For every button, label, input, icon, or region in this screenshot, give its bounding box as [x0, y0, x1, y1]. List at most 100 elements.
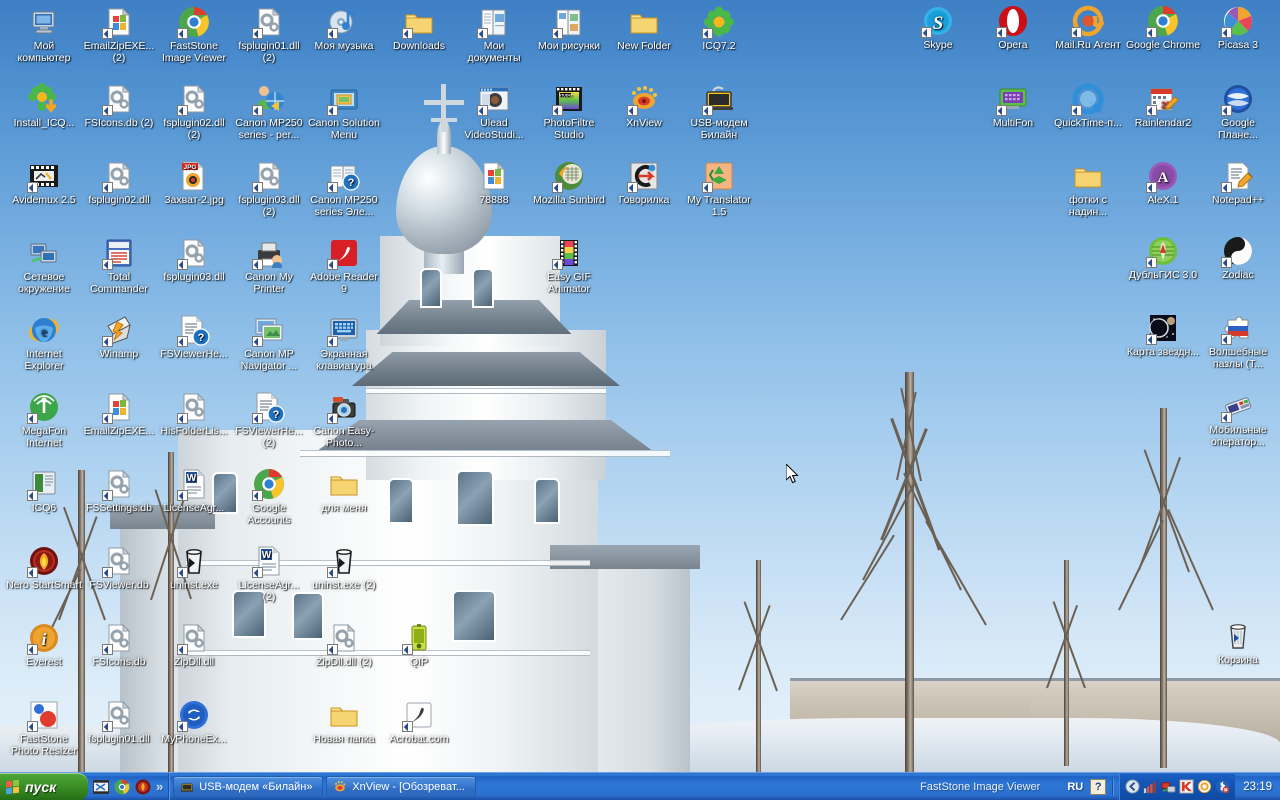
gear-page-icon[interactable] [102, 545, 135, 578]
icq-icon[interactable] [702, 6, 735, 39]
desktop-icon[interactable]: QuickTime-п... [1050, 83, 1126, 130]
desktop-icon[interactable]: Canon Easy-Photo... [306, 391, 382, 449]
desktop-icon[interactable]: STUDIO PhotoFiltre Studio [531, 83, 607, 141]
desktop-icon[interactable]: uninst.exe (2) [306, 545, 382, 592]
desktop[interactable]: Мой компьютер EmailZipEXE...(2) FastStone … [0, 0, 1280, 800]
bluetooth-icon[interactable] [1215, 779, 1230, 794]
gear-page-icon[interactable] [252, 160, 285, 193]
desktop-icon[interactable]: Мобильные оператор... [1200, 390, 1276, 448]
quicklaunch-overflow-chevron[interactable]: » [156, 779, 163, 794]
desktop-icon[interactable]: 78888 [456, 160, 532, 207]
folder-icon[interactable] [402, 6, 435, 39]
icq-dl-icon[interactable] [28, 83, 60, 115]
desktop-icon[interactable]: Total Commander [81, 237, 157, 295]
desktop-icon[interactable]: fsplugin02.dll [81, 160, 157, 207]
pics-icon[interactable] [552, 6, 585, 39]
canon-sol-icon[interactable] [327, 83, 360, 116]
word-icon[interactable]: W [177, 468, 210, 501]
desktop-icon[interactable]: Avidemux 2.5 [6, 160, 82, 207]
desktop-icon[interactable]: Сетевое окружение [6, 237, 82, 295]
bin-icon[interactable] [327, 545, 360, 578]
alex-icon[interactable]: A [1146, 160, 1179, 193]
google-chrome-icon[interactable] [114, 779, 130, 795]
rainlendar-icon[interactable]: 25 [1146, 83, 1179, 116]
taskbar-task-button[interactable]: XnView - [Обозреват... [326, 775, 477, 798]
desktop-icon[interactable]: Экранная клавиатура [306, 314, 382, 372]
desktop-icon[interactable]: HisFolderLis... [156, 391, 232, 438]
puzzle-icon[interactable] [1221, 312, 1254, 345]
desktop-icon[interactable]: EmailZipEXE... [81, 391, 157, 438]
desktop-icon[interactable]: Adobe Reader 9 [306, 237, 382, 295]
desktop-icon[interactable]: 25 Rainlendar2 [1125, 83, 1201, 130]
skype-icon[interactable]: S [921, 5, 954, 38]
zodiac-icon[interactable] [1221, 235, 1254, 268]
desktop-icon[interactable]: XnView [606, 83, 682, 130]
mpnav-icon[interactable] [252, 314, 285, 347]
desktop-icon[interactable]: фотки с надин... [1050, 160, 1126, 218]
desktop-icon[interactable]: fsplugin03.dll (2) [231, 160, 307, 218]
desktop-icon[interactable]: Notepad++ [1200, 160, 1276, 207]
gear-page-icon[interactable] [177, 622, 210, 655]
kaspersky-icon[interactable] [1179, 779, 1194, 794]
desktop-icon[interactable]: Google Accounts [231, 468, 307, 526]
desktop-icon[interactable]: My Translator 1.5 [681, 160, 757, 218]
desktop-icon[interactable]: ICQ7.2 [681, 6, 757, 53]
quicktime-icon[interactable] [1071, 83, 1104, 116]
desktop-icon[interactable]: Opera [975, 5, 1051, 52]
desktop-icon[interactable]: Install_ICQ... [6, 83, 82, 130]
gear-page-icon[interactable] [327, 622, 360, 655]
desktop-icon[interactable]: fsplugin01.dll (2) [231, 6, 307, 64]
desktop-icon[interactable]: fsplugin03.dll [156, 237, 232, 284]
gear-page-icon[interactable] [102, 468, 135, 501]
help-book-icon[interactable]: ? [327, 160, 360, 193]
desktop-icon[interactable]: ? Canon MP250 series Эле... [306, 160, 382, 218]
fsresizer-icon[interactable] [27, 699, 60, 732]
everest-icon[interactable]: i [27, 622, 60, 655]
desktop-icon[interactable]: A AleX.1 [1125, 160, 1201, 207]
desktop-icon[interactable]: FSIcons.db [81, 622, 157, 669]
qip-icon[interactable] [402, 622, 435, 655]
tray-icon-list[interactable] [1119, 773, 1236, 800]
acrobat-icon[interactable] [327, 237, 360, 270]
desktop-icon[interactable]: W LicenseAgr... (2) [231, 545, 307, 603]
dublgis-icon[interactable] [1146, 235, 1179, 268]
desktop-icon[interactable]: QIP [381, 622, 457, 669]
osk-icon[interactable] [327, 314, 360, 347]
desktop-icon[interactable]: ? FSViewerHe... (2) [231, 391, 307, 449]
icq6-icon[interactable] [27, 468, 60, 501]
desktop-icon[interactable]: Моя музыка [306, 6, 382, 53]
quick-launch-bar[interactable]: » [88, 773, 170, 800]
canon-user-icon[interactable] [252, 83, 285, 116]
gear-page-icon[interactable] [252, 6, 285, 39]
myphone-icon[interactable] [177, 699, 210, 732]
desktop-icon[interactable]: для меня [306, 468, 382, 515]
xnview-icon[interactable] [627, 83, 660, 116]
easygif-icon[interactable] [552, 237, 585, 270]
translator-icon[interactable] [702, 160, 735, 193]
folder-icon[interactable] [328, 468, 360, 500]
desktop-icon[interactable]: Мои рисунки [531, 6, 607, 53]
help-badge-icon[interactable]: ? [1090, 778, 1107, 795]
jpg-icon[interactable]: JPG [178, 160, 210, 192]
folder-icon[interactable] [628, 6, 660, 38]
music-icon[interactable] [327, 6, 360, 39]
nero-icon[interactable] [135, 779, 151, 795]
photofiltre-icon[interactable]: STUDIO [552, 83, 585, 116]
signal-strength-icon[interactable] [1143, 779, 1158, 794]
totalcmd-icon[interactable] [102, 237, 135, 270]
desktop-icon[interactable]: Мои документы [456, 6, 532, 64]
desktop-icon[interactable]: Карта звездн... [1125, 312, 1201, 359]
desktop-icon[interactable]: JPG Захват-2.jpg [156, 160, 232, 207]
desktop-icon[interactable]: Mozilla Sunbird [531, 160, 607, 207]
recyclebin-icon[interactable] [1222, 620, 1254, 652]
desktop-icon[interactable]: Zodiac [1200, 235, 1276, 282]
taskbar[interactable]: пуск » USB-модем «Билайн» XnView - [Обоз… [0, 772, 1280, 800]
desktop-icon[interactable]: MultiFon [975, 83, 1051, 130]
gear-page-icon[interactable] [177, 237, 210, 270]
gear-page-icon[interactable] [102, 160, 135, 193]
mailru-icon[interactable] [1071, 5, 1105, 38]
help-doc-icon[interactable]: ? [252, 391, 285, 424]
desktop-icon[interactable]: Canon Solution Menu [306, 83, 382, 141]
desktop-icon[interactable]: Nero StartSmart [6, 545, 82, 592]
sunbird-icon[interactable] [552, 160, 585, 193]
